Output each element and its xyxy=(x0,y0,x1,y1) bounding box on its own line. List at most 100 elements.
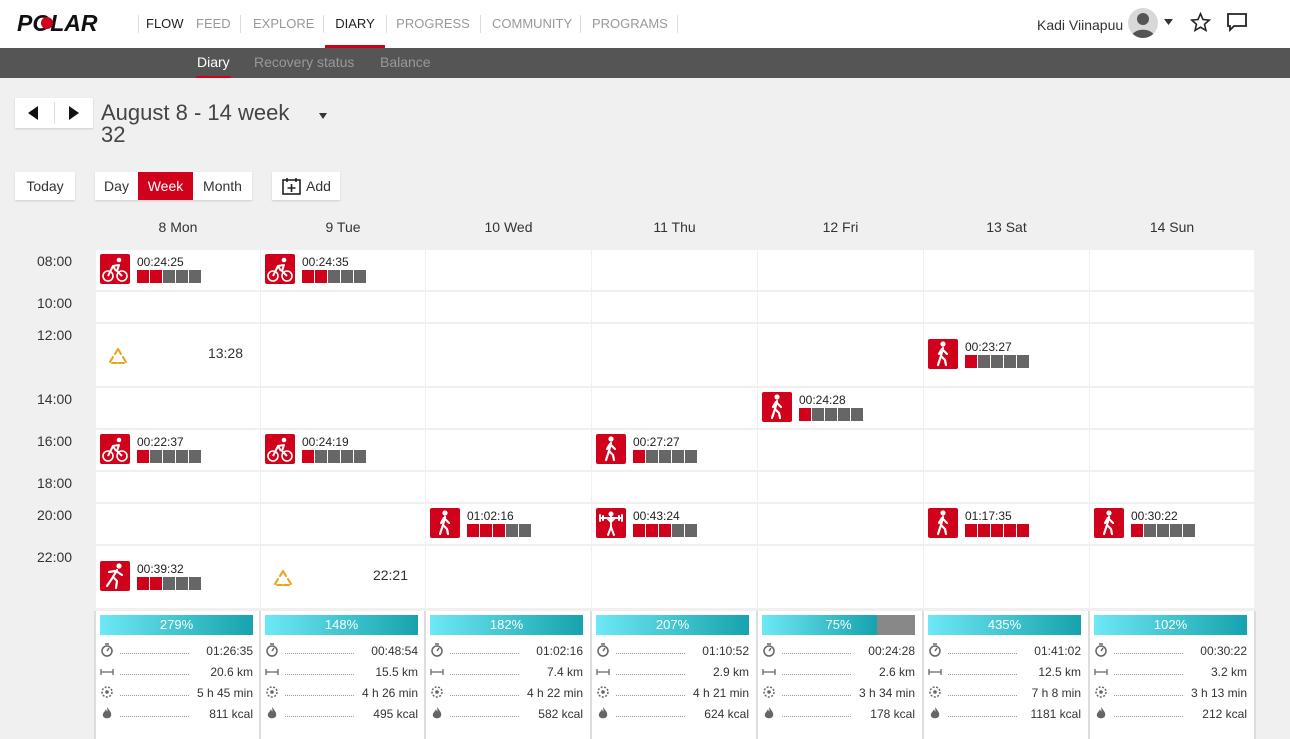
day-summary[interactable]: 435% 01:41:02 12.5 km 7 h 8 min 1181 kcal xyxy=(922,611,1091,739)
week-dropdown-icon[interactable] xyxy=(319,113,327,119)
strength-icon[interactable] xyxy=(596,508,626,538)
avatar[interactable] xyxy=(1128,8,1158,38)
add-button[interactable]: Add xyxy=(272,172,340,200)
cycling-icon[interactable] xyxy=(100,434,130,464)
cycling-icon[interactable] xyxy=(265,434,295,464)
walking-icon[interactable] xyxy=(430,508,460,538)
nav-programs[interactable]: PROGRAMS xyxy=(592,0,668,48)
calendar-cell[interactable] xyxy=(426,324,591,386)
calendar-cell[interactable] xyxy=(758,472,923,502)
calendar-cell[interactable] xyxy=(592,324,757,386)
activity-entry[interactable]: 00:39:32 xyxy=(96,557,261,597)
calendar-cell[interactable] xyxy=(1090,472,1254,502)
nav-progress[interactable]: PROGRESS xyxy=(396,0,470,48)
nav-community[interactable]: COMMUNITY xyxy=(492,0,572,48)
calendar-cell[interactable] xyxy=(758,504,923,544)
recovery-note[interactable]: 13:28 xyxy=(96,335,261,375)
polar-logo[interactable]: POLAR xyxy=(17,10,131,36)
calendar-cell[interactable] xyxy=(261,292,425,322)
day-summary[interactable]: 148% 00:48:54 15.5 km 4 h 26 min 495 kcal xyxy=(259,611,427,739)
week-view-button[interactable]: Week xyxy=(138,172,193,200)
week-title[interactable]: August 8 - 14 week 32 xyxy=(101,102,311,146)
calendar-cell[interactable] xyxy=(261,324,425,386)
calendar-cell[interactable] xyxy=(924,292,1089,322)
day-summary[interactable]: 279% 01:26:35 20.6 km 5 h 45 min 811 kcal xyxy=(94,611,262,739)
subnav-balance[interactable]: Balance xyxy=(380,48,431,78)
calendar-cell[interactable] xyxy=(261,504,425,544)
subnav-recovery-status[interactable]: Recovery status xyxy=(254,48,354,78)
walking-icon[interactable] xyxy=(928,508,958,538)
calendar-cell[interactable] xyxy=(924,430,1089,470)
today-button[interactable]: Today xyxy=(15,172,75,200)
calendar-cell[interactable] xyxy=(592,250,757,290)
walking-icon[interactable] xyxy=(596,434,626,464)
nav-flow[interactable]: FLOW xyxy=(146,0,184,48)
calendar-cell[interactable] xyxy=(96,504,260,544)
star-icon[interactable] xyxy=(1190,12,1211,33)
nav-feed[interactable]: FEED xyxy=(196,0,231,48)
calendar-cell[interactable] xyxy=(96,388,260,428)
month-view-button[interactable]: Month xyxy=(193,172,252,200)
calendar-cell[interactable] xyxy=(1090,430,1254,470)
calendar-cell[interactable] xyxy=(261,388,425,428)
calendar-cell[interactable] xyxy=(1090,324,1254,386)
chevron-down-icon[interactable] xyxy=(1164,19,1173,25)
activity-entry[interactable]: 01:17:35 xyxy=(924,504,1089,544)
walking-icon[interactable] xyxy=(762,392,792,422)
calendar-cell[interactable] xyxy=(758,324,923,386)
activity-entry[interactable]: 00:30:22 xyxy=(1090,504,1255,544)
running-icon[interactable] xyxy=(100,561,130,591)
activity-entry[interactable]: 01:02:16 xyxy=(426,504,591,544)
calendar-cell[interactable] xyxy=(758,292,923,322)
calendar-cell[interactable] xyxy=(758,430,923,470)
nav-explore[interactable]: EXPLORE xyxy=(253,0,314,48)
calendar-cell[interactable] xyxy=(96,292,260,322)
activity-entry[interactable]: 00:23:27 xyxy=(924,335,1089,375)
calendar-cell[interactable] xyxy=(426,546,591,608)
activity-entry[interactable]: 00:24:19 xyxy=(261,430,426,470)
calendar-cell[interactable] xyxy=(592,292,757,322)
activity-entry[interactable]: 00:24:28 xyxy=(758,388,923,428)
day-view-button[interactable]: Day xyxy=(95,172,138,200)
activity-entry[interactable]: 00:24:35 xyxy=(261,250,426,290)
day-summary[interactable]: 207% 01:10:52 2.9 km 4 h 21 min 624 kcal xyxy=(590,611,759,739)
calendar-cell[interactable] xyxy=(426,292,591,322)
calendar-cell[interactable] xyxy=(426,388,591,428)
calendar-cell[interactable] xyxy=(592,472,757,502)
calendar-cell[interactable] xyxy=(261,472,425,502)
user-name[interactable]: Kadi Viinapuu xyxy=(1037,17,1123,33)
nav-diary[interactable]: DIARY xyxy=(325,0,385,48)
activity-entry[interactable]: 00:22:37 xyxy=(96,430,261,470)
cycling-icon[interactable] xyxy=(100,254,130,284)
activity-entry[interactable]: 00:43:24 xyxy=(592,504,757,544)
day-summary[interactable]: 75% 00:24:28 2.6 km 3 h 34 min 178 kcal xyxy=(756,611,925,739)
calendar-cell[interactable] xyxy=(426,250,591,290)
calendar-cell[interactable] xyxy=(924,472,1089,502)
calendar-cell[interactable] xyxy=(1090,388,1254,428)
calendar-cell[interactable] xyxy=(1090,292,1254,322)
message-icon[interactable] xyxy=(1226,12,1248,33)
calendar-cell[interactable] xyxy=(924,388,1089,428)
subnav-diary[interactable]: Diary xyxy=(196,48,231,78)
calendar-cell[interactable] xyxy=(96,472,260,502)
calendar-cell[interactable] xyxy=(924,546,1089,608)
calendar-cell[interactable] xyxy=(592,546,757,608)
next-week-arrow-icon[interactable] xyxy=(69,106,79,120)
calendar-cell[interactable] xyxy=(924,250,1089,290)
activity-entry[interactable]: 00:24:25 xyxy=(96,250,261,290)
day-summary[interactable]: 182% 01:02:16 7.4 km 4 h 22 min 582 kcal xyxy=(424,611,593,739)
recovery-note[interactable]: 22:21 xyxy=(261,557,426,597)
walking-icon[interactable] xyxy=(1094,508,1124,538)
calendar-cell[interactable] xyxy=(758,546,923,608)
previous-week-arrow-icon[interactable] xyxy=(28,106,38,120)
activity-entry[interactable]: 00:27:27 xyxy=(592,430,757,470)
calendar-cell[interactable] xyxy=(426,472,591,502)
calendar-cell[interactable] xyxy=(426,430,591,470)
day-summary[interactable]: 102% 00:30:22 3.2 km 3 h 13 min 212 kcal xyxy=(1088,611,1256,739)
calendar-cell[interactable] xyxy=(1090,546,1254,608)
calendar-cell[interactable] xyxy=(1090,250,1254,290)
cycling-icon[interactable] xyxy=(265,254,295,284)
calendar-cell[interactable] xyxy=(758,250,923,290)
calendar-cell[interactable] xyxy=(592,388,757,428)
walking-icon[interactable] xyxy=(928,339,958,369)
